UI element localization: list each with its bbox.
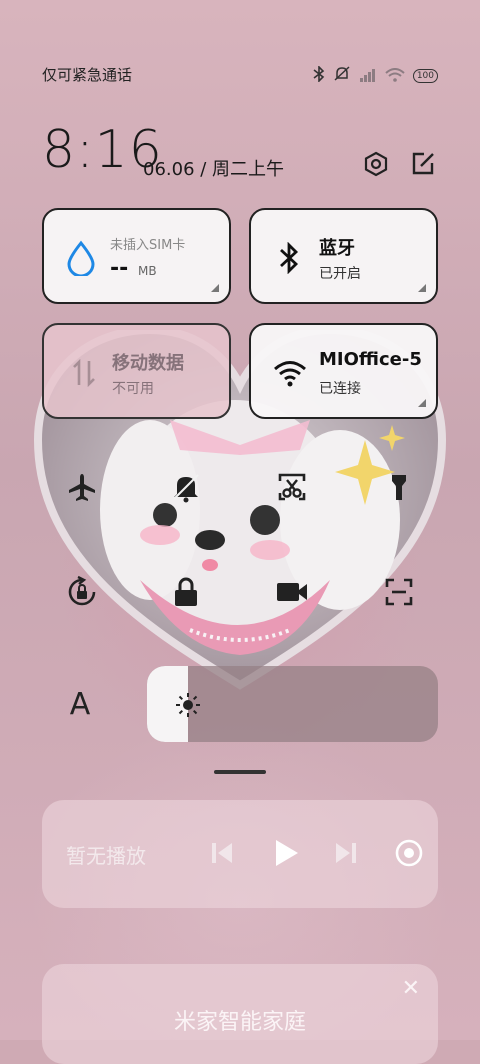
auto-brightness-label: A	[69, 686, 91, 722]
mobile-data-arrows-icon	[73, 359, 95, 387]
mute-icon	[333, 66, 351, 86]
expand-corner-icon	[211, 284, 219, 292]
expand-corner-icon	[418, 399, 426, 407]
play-icon	[276, 840, 298, 866]
rotation-lock-icon	[68, 575, 96, 606]
signal-icon	[359, 67, 377, 86]
next-icon	[336, 843, 356, 863]
flashlight-icon	[392, 475, 406, 500]
wifi-icon	[274, 361, 306, 387]
battery-indicator: 100	[412, 69, 438, 83]
flashlight-toggle[interactable]	[377, 465, 421, 509]
data-usage-tile[interactable]: 未插入SIM卡 -- MB	[42, 208, 231, 304]
wifi-network-name: MIOffice-5	[319, 349, 422, 370]
bluetooth-status: 已开启	[319, 266, 361, 282]
status-bar: 仅可紧急通话 100	[42, 64, 438, 88]
previous-icon	[212, 843, 232, 863]
play-button[interactable]	[272, 838, 300, 872]
smart-home-title: 米家智能家庭	[173, 1010, 306, 1035]
auto-brightness-toggle[interactable]: A	[58, 682, 102, 726]
mobile-data-tile[interactable]: 移动数据 不可用	[42, 323, 231, 419]
wifi-tile[interactable]: MIOffice-5 已连接	[249, 323, 438, 419]
media-status-text: 暂无播放	[66, 844, 146, 868]
screen-record-toggle[interactable]	[270, 570, 314, 614]
sun-icon	[176, 693, 200, 717]
wifi-icon	[385, 67, 405, 86]
screen-record-icon	[277, 583, 307, 601]
close-icon[interactable]: ✕	[402, 976, 420, 1001]
drag-handle[interactable]	[214, 770, 266, 774]
expand-corner-icon	[418, 284, 426, 292]
lock-screen-icon	[175, 577, 197, 606]
data-usage-value: --	[110, 256, 129, 281]
sim-status-label: 未插入SIM卡	[110, 238, 186, 253]
rotation-lock-toggle[interactable]	[60, 570, 104, 614]
next-track-button[interactable]	[334, 840, 358, 870]
audio-output-button[interactable]	[394, 838, 424, 872]
media-player-card[interactable]: 暂无播放	[42, 800, 438, 908]
airplane-mode-icon	[69, 474, 95, 501]
clock-date[interactable]: 06.06 / 周二上午	[143, 155, 284, 181]
bluetooth-title: 蓝牙	[319, 238, 355, 259]
bluetooth-tile[interactable]: 蓝牙 已开启	[249, 208, 438, 304]
previous-track-button[interactable]	[210, 840, 234, 870]
water-drop-icon	[67, 240, 95, 276]
airplane-mode-toggle[interactable]	[60, 465, 104, 509]
lock-screen-toggle[interactable]	[164, 570, 208, 614]
audio-output-icon	[395, 839, 423, 867]
settings-icon	[364, 151, 388, 177]
bluetooth-icon	[280, 242, 299, 274]
brightness-slider[interactable]	[147, 666, 438, 742]
edit-button[interactable]	[409, 150, 437, 178]
mobile-data-title: 移动数据	[112, 353, 184, 374]
mobile-data-status: 不可用	[112, 381, 154, 397]
mute-icon	[173, 474, 199, 503]
smart-home-card[interactable]: ✕ 米家智能家庭	[42, 964, 438, 1064]
carrier-status-text: 仅可紧急通话	[42, 66, 133, 84]
settings-button[interactable]	[362, 150, 390, 178]
status-icons: 100	[313, 64, 438, 88]
wifi-status: 已连接	[319, 381, 361, 397]
edit-icon	[412, 152, 434, 175]
bluetooth-icon	[313, 65, 325, 86]
scan-toggle[interactable]	[377, 570, 421, 614]
data-usage-unit: MB	[138, 264, 157, 278]
screenshot-toggle[interactable]	[270, 465, 314, 509]
mute-toggle[interactable]	[164, 465, 208, 509]
scan-icon	[385, 578, 413, 606]
screenshot-icon	[278, 473, 306, 501]
